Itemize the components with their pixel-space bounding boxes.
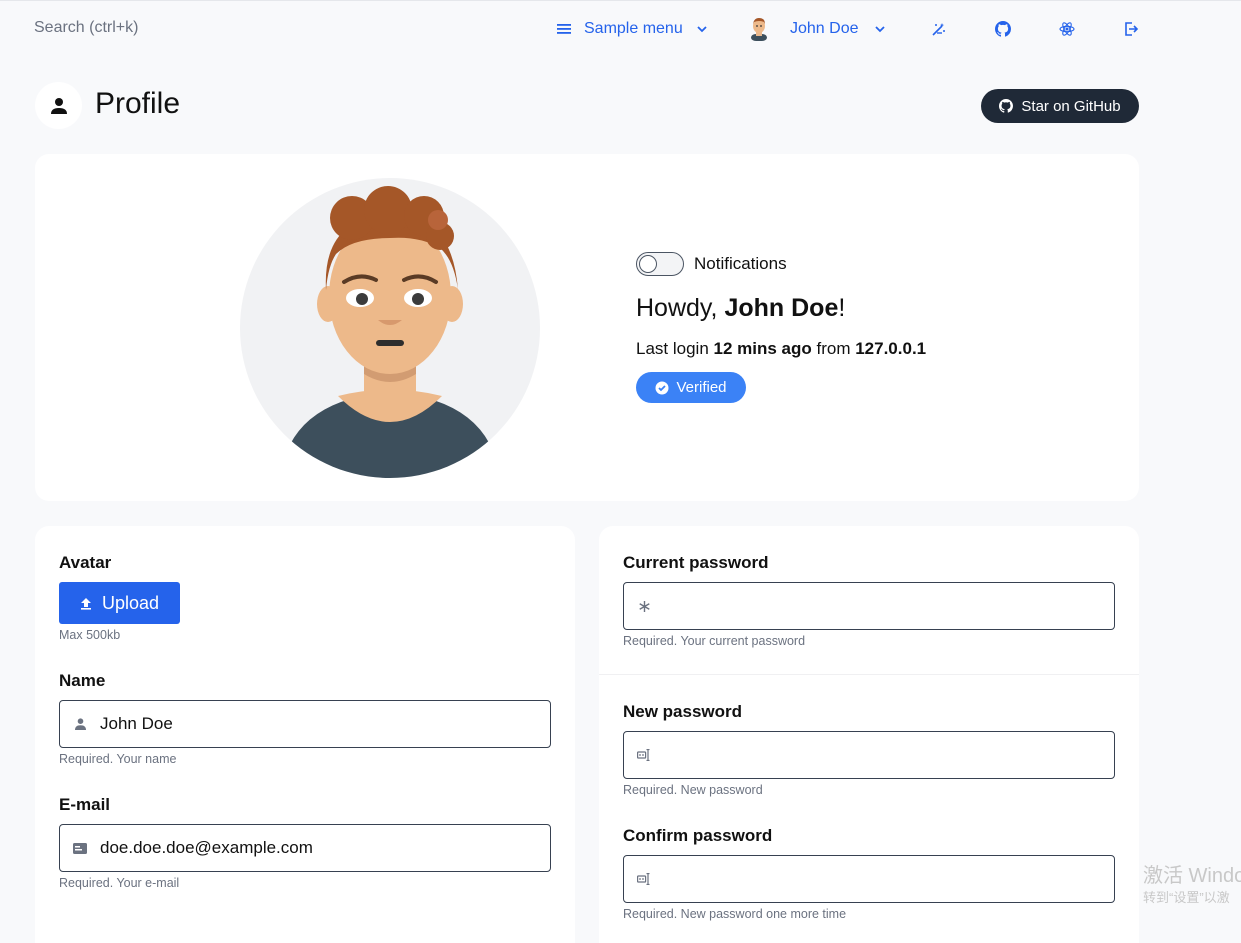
sample-menu-dropdown[interactable]: Sample menu [557,17,707,41]
greeting: Howdy, John Doe! [636,294,846,322]
new-password-field[interactable] [623,731,1115,779]
activation-watermark-title: 激活 Windo [1143,865,1241,887]
menu-icon [557,23,571,35]
confirm-password-field[interactable] [623,855,1115,903]
theme-toggle-icon[interactable] [931,21,947,37]
chevron-down-icon [697,25,707,33]
search-input[interactable]: Search (ctrl+k) [34,19,138,37]
confirm-password-label: Confirm password [623,826,773,845]
last-login-info: Last login 12 mins ago from 127.0.0.1 [636,339,927,358]
github-icon [999,99,1014,113]
sample-menu-label: Sample menu [584,20,683,37]
react-icon[interactable] [1059,21,1075,37]
user-icon [60,718,100,730]
verified-label: Verified [676,379,727,396]
avatar [748,17,770,41]
logout-icon[interactable] [1123,21,1139,37]
greeting-name: John Doe [724,294,839,322]
name-help: Required. Your name [59,752,177,766]
upload-icon [80,597,92,610]
email-help: Required. Your e-mail [59,876,180,890]
name-label: Name [59,671,106,690]
email-label: E-mail [59,795,111,814]
last-login-ip: 127.0.0.1 [855,339,927,358]
notifications-toggle[interactable] [636,252,684,276]
new-password-help: Required. New password [623,783,763,797]
avatar-help: Max 500kb [59,628,121,642]
star-on-github-button[interactable]: Star on GitHub [981,89,1139,123]
last-login-time: 12 mins ago [713,339,812,358]
notifications-label: Notifications [694,254,787,273]
current-password-help: Required. Your current password [623,634,806,648]
user-icon [35,82,82,129]
github-icon[interactable] [995,21,1011,37]
confirm-password-help: Required. New password one more time [623,907,847,921]
verified-badge: Verified [636,372,746,403]
divider [599,674,1139,675]
email-value: doe.doe.doe@example.com [100,838,313,857]
asterisk-icon [624,600,664,612]
new-password-label: New password [623,702,743,721]
avatar-label: Avatar [59,553,112,572]
form-textbox-password-icon [624,749,664,761]
top-navbar: Search (ctrl+k) Sample menu John Doe [0,1,1241,59]
current-password-label: Current password [623,553,769,572]
activation-watermark-subtitle: 转到“设置”以激 [1143,890,1230,905]
user-name-label: John Doe [790,20,859,37]
chevron-down-icon [874,25,885,33]
upload-label: Upload [101,592,160,613]
check-badge-icon [655,381,669,395]
star-on-github-label: Star on GitHub [1021,97,1121,115]
card-account-mail-icon [60,842,100,854]
email-field[interactable]: doe.doe.doe@example.com [59,824,551,872]
name-field[interactable]: John Doe [59,700,551,748]
page-title: Profile [95,87,181,120]
current-password-field[interactable] [623,582,1115,630]
password-form-card: Current password Required. Your current … [599,526,1139,943]
form-textbox-password-icon [624,873,664,885]
user-menu-dropdown[interactable]: John Doe [748,17,885,41]
profile-summary-card: Notifications Howdy, John Doe! Last logi… [35,154,1139,501]
avatar [240,178,540,478]
profile-form-card: Avatar Upload Max 500kb Name John Doe Re… [35,526,575,943]
notifications-toggle-row: Notifications [636,252,787,276]
name-value: John Doe [100,714,173,733]
upload-button[interactable]: Upload [59,582,180,624]
